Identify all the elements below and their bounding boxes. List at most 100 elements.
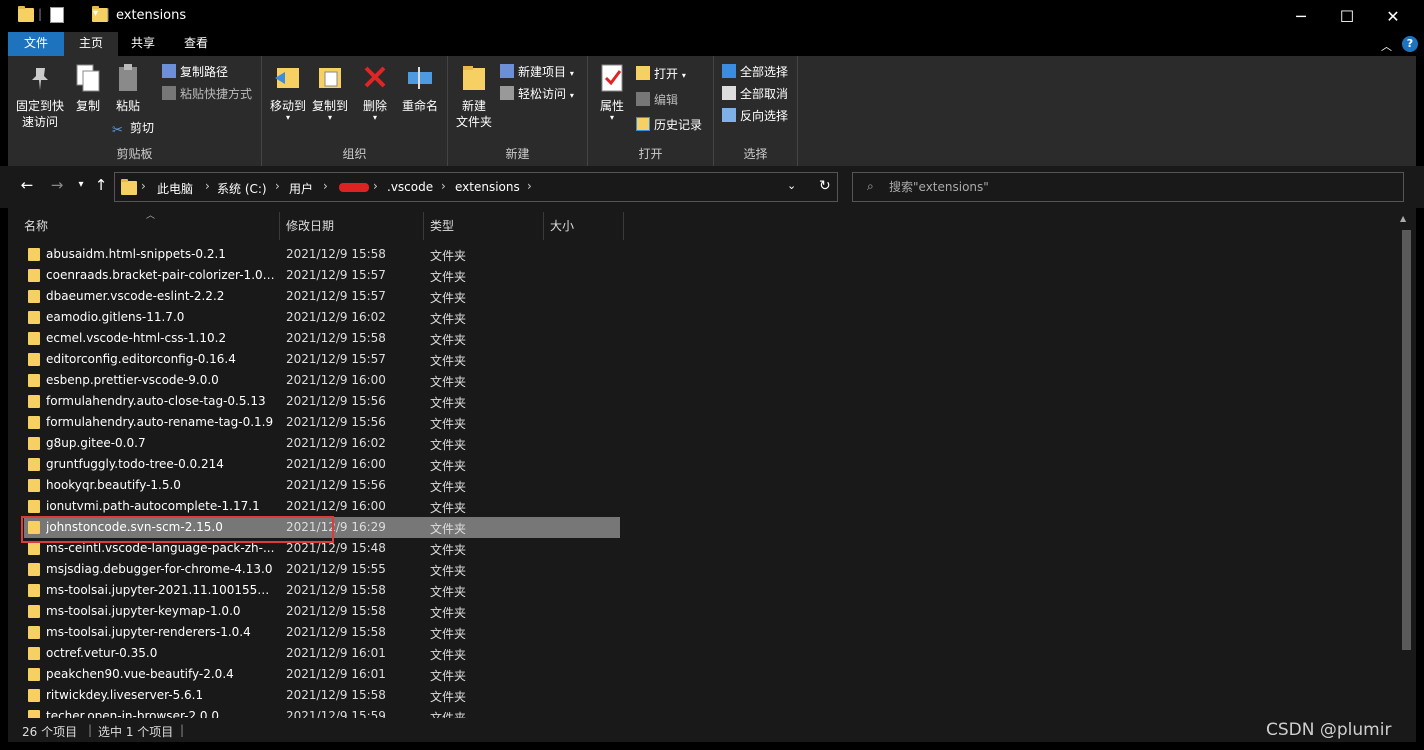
chevron-right-icon: › (275, 179, 280, 193)
file-name: coenraads.bracket-pair-colorizer-1.0.... (46, 268, 276, 282)
delete-x-icon (360, 62, 390, 94)
copy-to-button[interactable]: 复制到 ▾ (310, 62, 350, 122)
folder-icon (28, 563, 40, 576)
file-row[interactable]: ms-toolsai.jupyter-renderers-1.0.4 2021/1… (24, 622, 620, 643)
folder-icon (28, 353, 40, 366)
tab-view[interactable]: 查看 (170, 32, 222, 56)
file-type: 文件夹 (430, 291, 467, 305)
file-row[interactable]: ms-toolsai.jupyter-2021.11.10015508... 20… (24, 580, 620, 601)
folder-icon (28, 500, 40, 513)
close-button[interactable]: ✕ (1370, 0, 1416, 32)
copy-path-icon (162, 64, 176, 78)
minimize-button[interactable]: ─ (1278, 0, 1324, 32)
column-header-type[interactable]: 类型 (424, 212, 544, 240)
file-row[interactable]: g8up.gitee-0.0.7 2021/12/9 16:02 文件夹 (24, 433, 620, 454)
scrollbar-thumb[interactable] (1402, 230, 1411, 650)
cut-button[interactable]: ✂ 剪切 (112, 118, 154, 138)
search-input[interactable] (889, 173, 1389, 201)
file-row[interactable]: editorconfig.editorconfig-0.16.4 2021/12/… (24, 349, 620, 370)
file-row[interactable]: gruntfuggly.todo-tree-0.0.214 2021/12/9 1… (24, 454, 620, 475)
copy-icon (73, 62, 103, 94)
column-header-date[interactable]: 修改日期 (280, 212, 424, 240)
folder-icon (28, 416, 40, 429)
file-date: 2021/12/9 16:02 (286, 436, 386, 450)
file-name: ritwickdey.liveserver-5.6.1 (46, 688, 204, 702)
easy-access-button[interactable]: 轻松访问 ▾ (500, 84, 574, 104)
search-box[interactable]: ⌕ (852, 172, 1404, 202)
vertical-scrollbar[interactable]: ▲ (1397, 212, 1416, 718)
column-header-size[interactable]: 大小 (544, 212, 624, 240)
properties-quick-icon[interactable] (50, 7, 64, 23)
file-row[interactable]: eamodio.gitlens-11.7.0 2021/12/9 16:02 文件夹 (24, 307, 620, 328)
tab-share[interactable]: 共享 (118, 32, 168, 56)
breadcrumb-this-pc[interactable]: 此电脑 (157, 180, 193, 197)
chevron-up-icon[interactable]: ︿ (1381, 38, 1392, 54)
customize-quick-access-icon[interactable]: ▾ (93, 8, 98, 28)
select-all-button[interactable]: 全部选择 (722, 62, 788, 82)
folder-icon (28, 248, 40, 261)
file-row[interactable]: ionutvmi.path-autocomplete-1.17.1 2021/12… (24, 496, 620, 517)
file-type: 文件夹 (430, 354, 467, 368)
refresh-icon[interactable]: ↻ (819, 178, 831, 194)
delete-button[interactable]: 删除 ▾ (360, 62, 390, 122)
file-type: 文件夹 (430, 270, 467, 284)
file-row[interactable]: techer.open-in-browser-2.0.0 2021/12/9 15… (24, 706, 620, 718)
file-date: 2021/12/9 15:58 (286, 688, 386, 702)
back-arrow-icon[interactable]: ← (16, 176, 38, 194)
file-row[interactable]: peakchen90.vue-beautify-2.0.4 2021/12/9 1… (24, 664, 620, 685)
forward-arrow-icon[interactable]: → (46, 176, 68, 194)
file-row[interactable]: msjsdiag.debugger-for-chrome-4.13.0 2021/… (24, 559, 620, 580)
column-header-name[interactable]: 名称 (18, 212, 280, 240)
help-icon[interactable]: ? (1402, 36, 1418, 52)
file-type: 文件夹 (430, 669, 467, 683)
breadcrumb-vscode[interactable]: .vscode (387, 180, 433, 194)
new-folder-button[interactable]: 新建 文件夹 (454, 62, 494, 130)
file-type: 文件夹 (430, 312, 467, 326)
paste-button[interactable]: 粘贴 (110, 62, 146, 114)
breadcrumb-users[interactable]: 用户 (289, 180, 313, 197)
file-row[interactable]: abusaidm.html-snippets-0.2.1 2021/12/9 15… (24, 244, 620, 265)
edit-button[interactable]: 编辑 (636, 90, 678, 110)
file-row[interactable]: dbaeumer.vscode-eslint-2.2.2 2021/12/9 15… (24, 286, 620, 307)
history-button[interactable]: 历史记录 (636, 115, 702, 135)
file-name: techer.open-in-browser-2.0.0 (46, 709, 219, 718)
file-date: 2021/12/9 15:59 (286, 709, 386, 718)
new-item-button[interactable]: 新建项目 ▾ (500, 62, 574, 82)
breadcrumb-redacted-user[interactable] (339, 183, 369, 192)
tab-home[interactable]: 主页 (64, 32, 118, 56)
file-row[interactable]: ms-toolsai.jupyter-keymap-1.0.0 2021/12/9… (24, 601, 620, 622)
file-type: 文件夹 (430, 249, 467, 263)
open-group-label: 打开 (638, 147, 663, 161)
move-to-button[interactable]: 移动到 ▾ (268, 62, 308, 122)
tab-file[interactable]: 文件 (8, 32, 64, 56)
scroll-up-icon[interactable]: ▲ (1400, 214, 1406, 223)
recent-locations-chevron-icon[interactable]: ▾ (70, 179, 92, 190)
file-row[interactable]: ritwickdey.liveserver-5.6.1 2021/12/9 15:… (24, 685, 620, 706)
separator: | (106, 7, 111, 21)
breadcrumb-drive-c[interactable]: 系统 (C:) (217, 180, 267, 197)
breadcrumb-extensions[interactable]: extensions (455, 180, 520, 194)
pin-quick-access-button[interactable]: 固定到快 速访问 (12, 62, 68, 130)
address-history-chevron-icon[interactable]: ⌄ (787, 179, 796, 192)
open-button[interactable]: 打开 ▾ (636, 64, 686, 84)
file-row[interactable]: esbenp.prettier-vscode-9.0.0 2021/12/9 16… (24, 370, 620, 391)
select-none-button[interactable]: 全部取消 (722, 84, 788, 104)
copy-path-button[interactable]: 复制路径 (162, 62, 228, 82)
file-row[interactable]: octref.vetur-0.35.0 2021/12/9 16:01 文件夹 (24, 643, 620, 664)
file-date: 2021/12/9 16:02 (286, 310, 386, 324)
properties-button[interactable]: 属性 ▾ (594, 62, 630, 122)
title-bar: | ▾ | extensions ─ ☐ ✕ (0, 0, 1424, 32)
maximize-button[interactable]: ☐ (1324, 0, 1370, 32)
file-row[interactable]: formulahendry.auto-rename-tag-0.1.9 2021/… (24, 412, 620, 433)
file-row[interactable]: hookyqr.beautify-1.5.0 2021/12/9 15:56 文件夹 (24, 475, 620, 496)
up-arrow-icon[interactable]: ↑ (90, 176, 112, 194)
rename-button[interactable]: 重命名 (398, 62, 442, 114)
paste-shortcut-button[interactable]: 粘贴快捷方式 (162, 84, 252, 104)
file-row[interactable]: ecmel.vscode-html-css-1.10.2 2021/12/9 15… (24, 328, 620, 349)
invert-selection-button[interactable]: 反向选择 (722, 106, 788, 126)
copy-button[interactable]: 复制 (70, 62, 106, 114)
address-bar[interactable]: › 此电脑 › 系统 (C:) › 用户 › › .vscode › exten… (114, 172, 838, 202)
file-row[interactable]: formulahendry.auto-close-tag-0.5.13 2021/… (24, 391, 620, 412)
chevron-right-icon: › (205, 179, 210, 193)
file-row[interactable]: coenraads.bracket-pair-colorizer-1.0....… (24, 265, 620, 286)
